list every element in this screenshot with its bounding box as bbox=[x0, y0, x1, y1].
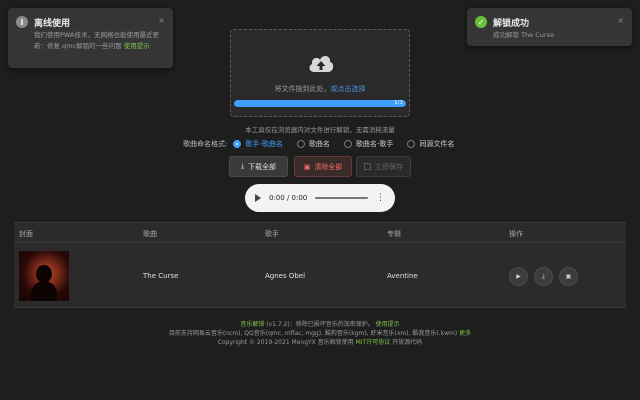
footer-line-3: Copyright © 2019-2021 MengYX 音乐解锁使用 MIT许… bbox=[0, 338, 640, 347]
info-icon: i bbox=[16, 16, 28, 28]
naming-option-2[interactable]: 歌曲名-歌手 bbox=[343, 139, 393, 149]
unlock-notification-body: 成功解锁 The Curse bbox=[493, 31, 554, 39]
trash-icon: ▣ bbox=[565, 273, 572, 280]
supported-formats: 目前支持网易云音乐(ncm), QQ音乐(qmc, mflac, mgg), 酷… bbox=[168, 330, 458, 337]
column-header-artist: 歌手 bbox=[265, 230, 279, 238]
download-icon: ⤓ bbox=[542, 272, 545, 280]
column-header-actions: 操作 bbox=[509, 230, 523, 238]
upload-progress-bar: 1/1 bbox=[234, 100, 406, 107]
audio-seek-bar[interactable] bbox=[315, 197, 368, 199]
radio-icon bbox=[296, 140, 305, 148]
select-file-link[interactable]: 或点击选择 bbox=[331, 85, 366, 93]
upload-progress-count: 1/1 bbox=[394, 100, 403, 106]
table-row: The Curse Agnes Obel Aventine ▶ ⤓ ▣ bbox=[14, 243, 626, 309]
audio-time: 0:00 / 0:00 bbox=[269, 194, 308, 202]
open-source-text: 开放源代码 bbox=[392, 339, 423, 346]
radio-icon bbox=[233, 140, 242, 148]
offline-notification-title: 离线使用 bbox=[34, 19, 71, 29]
unlock-notification-title: 解锁成功 bbox=[493, 19, 530, 29]
save-now-checkbox[interactable]: 立即保存 bbox=[356, 156, 411, 177]
radio-icon bbox=[343, 140, 352, 148]
album-cover bbox=[19, 251, 69, 301]
drop-hint-text: 将文件拖到此处， bbox=[274, 85, 331, 93]
naming-format-group: 歌曲命名格式: 歌手-歌曲名 歌曲名 歌曲名-歌手 同源文件名 bbox=[183, 139, 468, 149]
song-album: Aventine bbox=[387, 272, 418, 280]
naming-option-1[interactable]: 歌曲名 bbox=[296, 139, 330, 149]
play-button[interactable]: ▶ bbox=[509, 267, 528, 286]
copyright-text: Copyright © 2019-2021 MengYX 音乐解锁使用 bbox=[217, 339, 354, 346]
more-options-icon[interactable]: ⋮ bbox=[376, 193, 385, 203]
cover-silhouette-shoulder bbox=[31, 281, 57, 301]
clear-all-button[interactable]: ▣ 清除全部 bbox=[294, 156, 352, 177]
download-button[interactable]: ⤓ bbox=[534, 267, 553, 286]
column-header-title: 歌曲 bbox=[143, 230, 157, 238]
footer-usage-tips-link[interactable]: 使用提示 bbox=[376, 321, 400, 328]
offline-notification: i 离线使用 我们使用PWA技术，无网络也能使用最近更新：修复.qmc解锁的一些… bbox=[8, 8, 173, 68]
checkbox-icon bbox=[364, 163, 371, 170]
delete-button[interactable]: ▣ bbox=[559, 267, 578, 286]
unlock-success-notification: ✓ 解锁成功 成功解锁 The Curse × bbox=[467, 8, 632, 46]
drop-hint: 将文件拖到此处，或点击选择 bbox=[231, 84, 409, 94]
table-header: 封面 歌曲 歌手 专辑 操作 bbox=[14, 223, 626, 243]
naming-option-3[interactable]: 同源文件名 bbox=[407, 139, 454, 149]
song-table: 封面 歌曲 歌手 专辑 操作 The Curse Agnes Obel Aven… bbox=[14, 222, 626, 308]
tool-note: 本工具仅在浏览器内对文件进行解锁，无需消耗流量 bbox=[245, 126, 395, 134]
license-link[interactable]: MIT许可协议 bbox=[356, 339, 391, 346]
column-header-album: 专辑 bbox=[387, 230, 401, 238]
usage-tips-link[interactable]: 使用提示 bbox=[124, 42, 150, 50]
app-name-link[interactable]: 音乐解锁 bbox=[240, 321, 264, 328]
download-all-button[interactable]: ⤓ 下载全部 bbox=[229, 156, 288, 177]
file-drop-zone[interactable]: 将文件拖到此处，或点击选择 1/1 bbox=[230, 29, 410, 117]
close-icon[interactable]: × bbox=[158, 16, 165, 25]
cloud-upload-icon bbox=[309, 56, 334, 72]
footer-line-1: 音乐解锁 (v1.7.2)：移除已损坏音乐的加密保护。 使用提示 bbox=[0, 320, 640, 329]
play-circle-icon: ▶ bbox=[516, 273, 521, 280]
more-formats-link[interactable]: 更多 bbox=[459, 330, 471, 337]
download-icon: ⤓ bbox=[240, 162, 245, 170]
song-title: The Curse bbox=[143, 272, 179, 280]
song-artist: Agnes Obel bbox=[265, 272, 306, 280]
upload-progress-fill bbox=[234, 100, 406, 107]
check-circle-icon: ✓ bbox=[475, 16, 487, 28]
audio-player: 0:00 / 0:00 ⋮ bbox=[245, 184, 395, 212]
naming-option-0[interactable]: 歌手-歌曲名 bbox=[233, 139, 283, 149]
column-header-cover: 封面 bbox=[19, 230, 33, 238]
close-icon[interactable]: × bbox=[617, 16, 624, 25]
footer-version: (v1.7.2)：移除已损坏音乐的加密保护。 bbox=[266, 321, 374, 328]
naming-format-label: 歌曲命名格式: bbox=[183, 140, 228, 148]
radio-icon bbox=[407, 140, 416, 148]
offline-notification-body: 我们使用PWA技术，无网络也能使用最近更新：修复.qmc解锁的一些问题 使用提示 bbox=[34, 30, 163, 52]
trash-icon: ▣ bbox=[303, 162, 311, 171]
play-icon[interactable] bbox=[255, 194, 261, 202]
footer-line-2: 目前支持网易云音乐(ncm), QQ音乐(qmc, mflac, mgg), 酷… bbox=[0, 329, 640, 338]
footer: 音乐解锁 (v1.7.2)：移除已损坏音乐的加密保护。 使用提示 目前支持网易云… bbox=[0, 320, 640, 347]
